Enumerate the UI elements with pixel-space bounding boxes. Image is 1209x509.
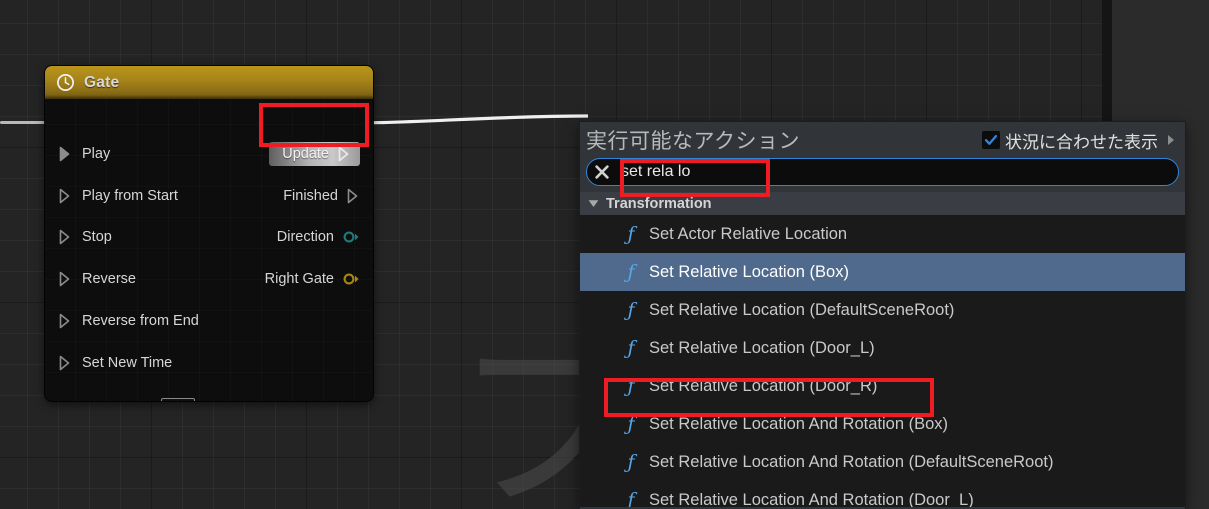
node-row: Play Update xyxy=(45,133,373,175)
list-item-label: Set Relative Location And Rotation (Defa… xyxy=(649,452,1054,471)
exec-pin-icon[interactable] xyxy=(59,146,72,162)
search-field-row[interactable]: set rela lo xyxy=(586,158,1179,186)
list-item[interactable]: ƒ Set Relative Location And Rotation (Bo… xyxy=(580,405,1185,443)
input-pin-set-new-time[interactable]: Set New Time xyxy=(45,355,373,371)
function-icon: ƒ xyxy=(627,413,635,435)
function-icon: ƒ xyxy=(627,261,635,283)
exec-pin-icon[interactable] xyxy=(59,229,72,245)
category-label: Transformation xyxy=(606,195,712,212)
chevron-down-icon[interactable] xyxy=(588,199,599,208)
node-row: Set New Time xyxy=(45,342,373,384)
output-pin-update-wrap: Update xyxy=(269,142,373,166)
clock-icon xyxy=(57,74,74,91)
list-item-label: Set Actor Relative Location xyxy=(649,224,848,243)
input-pin-play-from-start[interactable]: Play from Start xyxy=(45,188,283,204)
list-item-label: Set Relative Location And Rotation (Box) xyxy=(649,414,949,433)
gate-node[interactable]: Gate Play Update Play from Start Finishe… xyxy=(45,66,373,401)
panel-title: 実行可能なアクション xyxy=(586,129,800,153)
list-item-label: Set Relative Location (Box) xyxy=(649,262,849,281)
function-icon: ƒ xyxy=(627,489,635,508)
input-pin-label: Stop xyxy=(82,229,112,245)
panel-header: 実行可能なアクション 状況に合わせた表示 xyxy=(580,122,1185,158)
input-pin-play[interactable]: Play xyxy=(45,146,269,162)
input-pin-label: Play xyxy=(82,146,111,162)
node-row: Reverse Right Gate xyxy=(45,258,373,300)
search-input[interactable]: set rela lo xyxy=(621,163,690,181)
input-pin-reverse-from-end[interactable]: Reverse from End xyxy=(45,313,373,329)
gate-node-header[interactable]: Gate xyxy=(45,66,373,99)
node-row: Stop Direction xyxy=(45,216,373,258)
list-item-label: Set Relative Location And Rotation (Door… xyxy=(649,490,974,508)
node-row: Reverse from End xyxy=(45,300,373,342)
data-pin-icon[interactable] xyxy=(343,231,360,243)
output-pin-finished[interactable]: Finished xyxy=(283,188,373,204)
input-pin-label: Play from Start xyxy=(82,188,178,204)
checkmark-icon xyxy=(984,134,998,145)
data-pin-icon[interactable] xyxy=(343,273,360,285)
exec-pin-icon[interactable] xyxy=(59,271,72,287)
list-item[interactable]: ƒ Set Relative Location (DefaultSceneRoo… xyxy=(580,291,1185,329)
exec-pin-icon[interactable] xyxy=(347,188,360,204)
exec-pin-icon[interactable] xyxy=(59,313,72,329)
function-icon: ƒ xyxy=(627,223,635,245)
context-sensitive-checkbox[interactable] xyxy=(982,131,1000,149)
input-pin-label: Reverse from End xyxy=(82,313,199,329)
category-row-transformation[interactable]: Transformation xyxy=(580,192,1185,215)
exec-pin-icon[interactable] xyxy=(59,355,72,371)
actionable-actions-panel: 実行可能なアクション 状況に合わせた表示 set rela lo Transfo… xyxy=(580,122,1185,509)
context-sensitive-label: 状況に合わせた表示 xyxy=(1005,132,1158,153)
list-item[interactable]: ƒ Set Relative Location (Door_L) xyxy=(580,329,1185,367)
list-item-label: Set Relative Location (DefaultSceneRoot) xyxy=(649,300,955,319)
outgoing-exec-wire xyxy=(355,114,589,125)
output-pin-label: Finished xyxy=(283,188,338,204)
exec-pin-icon[interactable] xyxy=(59,188,72,204)
list-item[interactable]: ƒ Set Relative Location And Rotation (Do… xyxy=(580,481,1185,508)
results-list[interactable]: ƒ Set Actor Relative Location ƒ Set Rela… xyxy=(580,215,1185,507)
input-pin-label: Set New Time xyxy=(82,355,173,371)
exec-pin-icon[interactable] xyxy=(338,146,351,162)
list-item-set-relative-location-door-r[interactable]: ƒ Set Relative Location (Door_R) xyxy=(580,367,1185,405)
output-pin-right-gate[interactable]: Right Gate xyxy=(265,271,373,287)
output-pin-label: Right Gate xyxy=(264,271,334,287)
function-icon: ƒ xyxy=(627,337,635,359)
function-icon: ƒ xyxy=(627,451,635,473)
incoming-exec-wire xyxy=(0,121,46,124)
input-pin-reverse[interactable]: Reverse xyxy=(45,271,265,287)
node-row: Play from Start Finished xyxy=(45,175,373,217)
node-row: New Time 0.0 xyxy=(45,387,373,401)
gate-node-body: Play Update Play from Start Finished Sto… xyxy=(45,99,373,401)
function-icon: ƒ xyxy=(627,299,635,321)
function-icon: ƒ xyxy=(627,375,635,397)
input-pin-new-time[interactable]: New Time 0.0 xyxy=(45,397,373,401)
list-item[interactable]: ƒ Set Relative Location And Rotation (De… xyxy=(580,443,1185,481)
clear-x-icon[interactable] xyxy=(592,162,612,182)
list-item-label: Set Relative Location (Door_L) xyxy=(649,338,875,357)
output-pin-direction[interactable]: Direction xyxy=(277,229,373,245)
list-item[interactable]: ƒ Set Actor Relative Location xyxy=(580,215,1185,253)
new-time-value-field[interactable]: 0.0 xyxy=(161,397,196,401)
output-pin-label: Direction xyxy=(276,229,334,245)
list-item-label: Set Relative Location (Door_R) xyxy=(649,376,878,395)
output-pin-update[interactable]: Update xyxy=(269,142,360,166)
input-pin-label: Reverse xyxy=(82,271,136,287)
input-pin-label: New Time xyxy=(86,400,150,401)
input-pin-stop[interactable]: Stop xyxy=(45,229,277,245)
chevron-right-icon[interactable] xyxy=(1165,133,1177,147)
gate-node-title: Gate xyxy=(84,73,120,91)
list-item[interactable]: ƒ Set Relative Location (Box) xyxy=(580,253,1185,291)
output-pin-label: Update xyxy=(282,146,329,162)
blueprint-editor-screen: ブ Gate Play Update Play from Start Finis… xyxy=(0,0,1209,509)
context-sensitive-toggle-group[interactable]: 状況に合わせた表示 xyxy=(982,128,1177,153)
